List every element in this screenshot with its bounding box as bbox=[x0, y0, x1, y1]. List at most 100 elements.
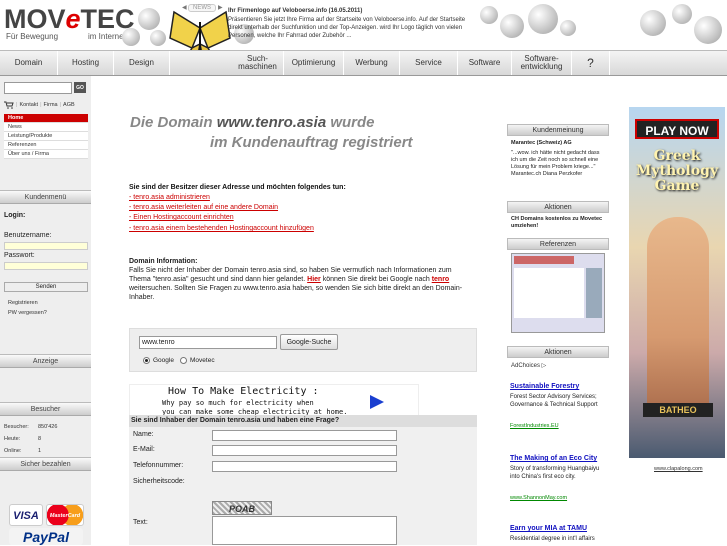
bubble-decoration bbox=[150, 30, 166, 46]
bubble-decoration bbox=[694, 16, 722, 44]
radio-google-label: Google bbox=[153, 357, 174, 364]
forgot-password-link[interactable]: PW vergessen? bbox=[8, 310, 47, 316]
ad1-title[interactable]: Sustainable Forestry bbox=[510, 383, 579, 390]
ad1-url[interactable]: ForestIndustries.EU bbox=[510, 423, 559, 429]
link-hosting[interactable]: - Einen Hostingaccount einrichten bbox=[129, 214, 234, 221]
news-prev-icon[interactable]: ◀ bbox=[182, 4, 187, 11]
banner-title: Greek Mythology Game bbox=[635, 148, 719, 194]
radio-google[interactable] bbox=[143, 357, 150, 364]
nav-hosting[interactable]: Hosting bbox=[58, 51, 114, 75]
banner-url[interactable]: www.clapalong.com bbox=[654, 466, 703, 472]
quote-company: Marantec (Schweiz) AG bbox=[511, 140, 572, 146]
bubble-decoration bbox=[500, 14, 524, 38]
aktionen2-header: Aktionen bbox=[507, 346, 609, 358]
menu-referenzen[interactable]: Referenzen bbox=[4, 141, 88, 150]
site-search-input[interactable] bbox=[4, 82, 72, 94]
contact-form-header: Sie sind Inhaber der Domain tenro.asia u… bbox=[129, 415, 477, 427]
ad2-title[interactable]: The Making of an Eco City bbox=[510, 455, 597, 462]
play-now-button[interactable]: PLAY NOW bbox=[635, 119, 719, 139]
form-email-input[interactable] bbox=[212, 445, 397, 456]
nav-software[interactable]: Software bbox=[458, 51, 512, 75]
bubble-decoration bbox=[560, 20, 576, 36]
online-value: 1 bbox=[38, 448, 42, 454]
domain-headline-sub: im Kundenauftrag registriert bbox=[210, 134, 413, 151]
form-text-label: Text: bbox=[133, 519, 148, 526]
referenz-screenshot[interactable] bbox=[511, 253, 605, 333]
menu-home[interactable]: Home bbox=[4, 114, 88, 123]
username-input[interactable] bbox=[4, 242, 88, 250]
nav-help[interactable]: ? bbox=[572, 51, 610, 75]
link-firma[interactable]: Firma bbox=[44, 102, 58, 108]
online-label: Online: bbox=[4, 448, 22, 454]
divider: | bbox=[16, 102, 18, 108]
nav-werbung[interactable]: Werbung bbox=[344, 51, 400, 75]
radio-movetec[interactable] bbox=[180, 357, 187, 364]
referenzen-header: Referenzen bbox=[507, 238, 609, 250]
form-phone-input[interactable] bbox=[212, 461, 397, 472]
menu-news[interactable]: News bbox=[4, 123, 88, 132]
cart-icon[interactable] bbox=[4, 101, 14, 109]
news-badge[interactable]: NEWS bbox=[188, 4, 216, 12]
besucher-header: Besucher bbox=[0, 402, 91, 416]
google-search-input[interactable]: www.tenro bbox=[139, 336, 277, 349]
owner-question: Sie sind der Besitzer dieser Adresse und… bbox=[129, 184, 346, 191]
screenshot-body bbox=[514, 268, 584, 318]
divider: | bbox=[40, 102, 42, 108]
form-name-label: Name: bbox=[133, 431, 154, 438]
aktion-text[interactable]: CH Domains kostenlos zu Movetec umziehen… bbox=[511, 216, 607, 230]
domain-info-title: Domain Information: bbox=[129, 258, 198, 265]
nav-domain[interactable]: Domain bbox=[0, 51, 58, 75]
link-redirect[interactable]: - tenro.asia weiterleiten auf eine ander… bbox=[129, 204, 278, 211]
left-menu: Home News Leistung/Produkte Referenzen Ü… bbox=[4, 114, 88, 159]
link-administer[interactable]: - tenro.asia administrieren bbox=[129, 194, 210, 201]
nav-suchmaschinen[interactable]: Such- maschinen bbox=[232, 51, 284, 75]
logo-tagline-right: im Internet bbox=[88, 32, 126, 41]
quote-text: "...wow. ich hätte nicht gedacht dass ic… bbox=[511, 150, 600, 177]
bubble-decoration bbox=[480, 6, 498, 24]
form-text-input[interactable] bbox=[212, 516, 397, 545]
menu-ueber-uns[interactable]: Über uns / Firma bbox=[4, 150, 88, 159]
logo-wordmark: MOVeTEC bbox=[4, 4, 135, 34]
ad2-url[interactable]: www.ShannonMay.com bbox=[510, 495, 567, 501]
nav-optimierung[interactable]: Optimierung bbox=[284, 51, 344, 75]
nav-design[interactable]: Design bbox=[114, 51, 170, 75]
top-links: | Kontakt | Firma | AGB bbox=[4, 100, 75, 110]
login-label: Login: bbox=[4, 212, 26, 219]
domain-headline: Die Domain www.tenro.asia wurde bbox=[130, 114, 375, 131]
form-code-label: Sicherheitscode: bbox=[133, 478, 185, 485]
link-kontakt[interactable]: Kontakt bbox=[19, 102, 38, 108]
site-search-go-button[interactable]: GO bbox=[74, 82, 86, 93]
link-hier[interactable]: Hier bbox=[307, 276, 321, 283]
ad1-text: Forest Sector Advisory Services; Governa… bbox=[510, 394, 598, 408]
main-navigation: Domain Hosting Design Such- maschinen Op… bbox=[0, 50, 727, 76]
movetec-logo[interactable]: MOVeTEC Für Bewegung im Internet bbox=[4, 4, 135, 44]
ad3-title[interactable]: Earn your MIA at TAMU bbox=[510, 525, 587, 532]
nav-service[interactable]: Service bbox=[400, 51, 458, 75]
link-agb[interactable]: AGB bbox=[63, 102, 75, 108]
bubble-decoration bbox=[672, 4, 692, 24]
game-banner-ad[interactable]: PLAY NOW Greek Mythology Game BATHEO bbox=[629, 107, 725, 458]
news-title[interactable]: Ihr Firmenlogo auf Veloboerse.info (16.0… bbox=[228, 8, 362, 14]
register-link[interactable]: Registrieren bbox=[8, 300, 38, 306]
divider: | bbox=[59, 102, 62, 108]
form-email-label: E-Mail: bbox=[133, 446, 155, 453]
form-name-input[interactable] bbox=[212, 430, 397, 441]
login-send-button[interactable]: Senden bbox=[4, 282, 88, 292]
password-input[interactable] bbox=[4, 262, 88, 270]
adchoices-label[interactable]: AdChoices ▷ bbox=[511, 362, 546, 369]
paypal-logo: PayPal bbox=[9, 528, 83, 545]
menu-leistung[interactable]: Leistung/Produkte bbox=[4, 132, 88, 141]
banner-character-image bbox=[647, 217, 709, 417]
form-phone-label: Telefonnummer: bbox=[133, 462, 184, 469]
captcha-image: POAB bbox=[212, 501, 272, 515]
news-text: Präsentieren Sie jetzt Ihre Firma auf de… bbox=[228, 17, 466, 39]
link-tenro[interactable]: tenro bbox=[432, 276, 450, 283]
ad3-text: Residential degree in int'l affairs bbox=[510, 536, 595, 542]
aktionen-header: Aktionen bbox=[507, 201, 609, 213]
nav-softwareentwicklung[interactable]: Software- entwicklung bbox=[512, 51, 572, 75]
link-add-hosting[interactable]: - tenro.asia einem bestehenden Hostingac… bbox=[129, 225, 314, 232]
news-next-icon[interactable]: ▶ bbox=[218, 4, 223, 11]
google-search-button[interactable]: Google-Suche bbox=[280, 334, 338, 350]
screenshot-header bbox=[514, 256, 574, 264]
visa-logo: VISA bbox=[9, 504, 43, 526]
